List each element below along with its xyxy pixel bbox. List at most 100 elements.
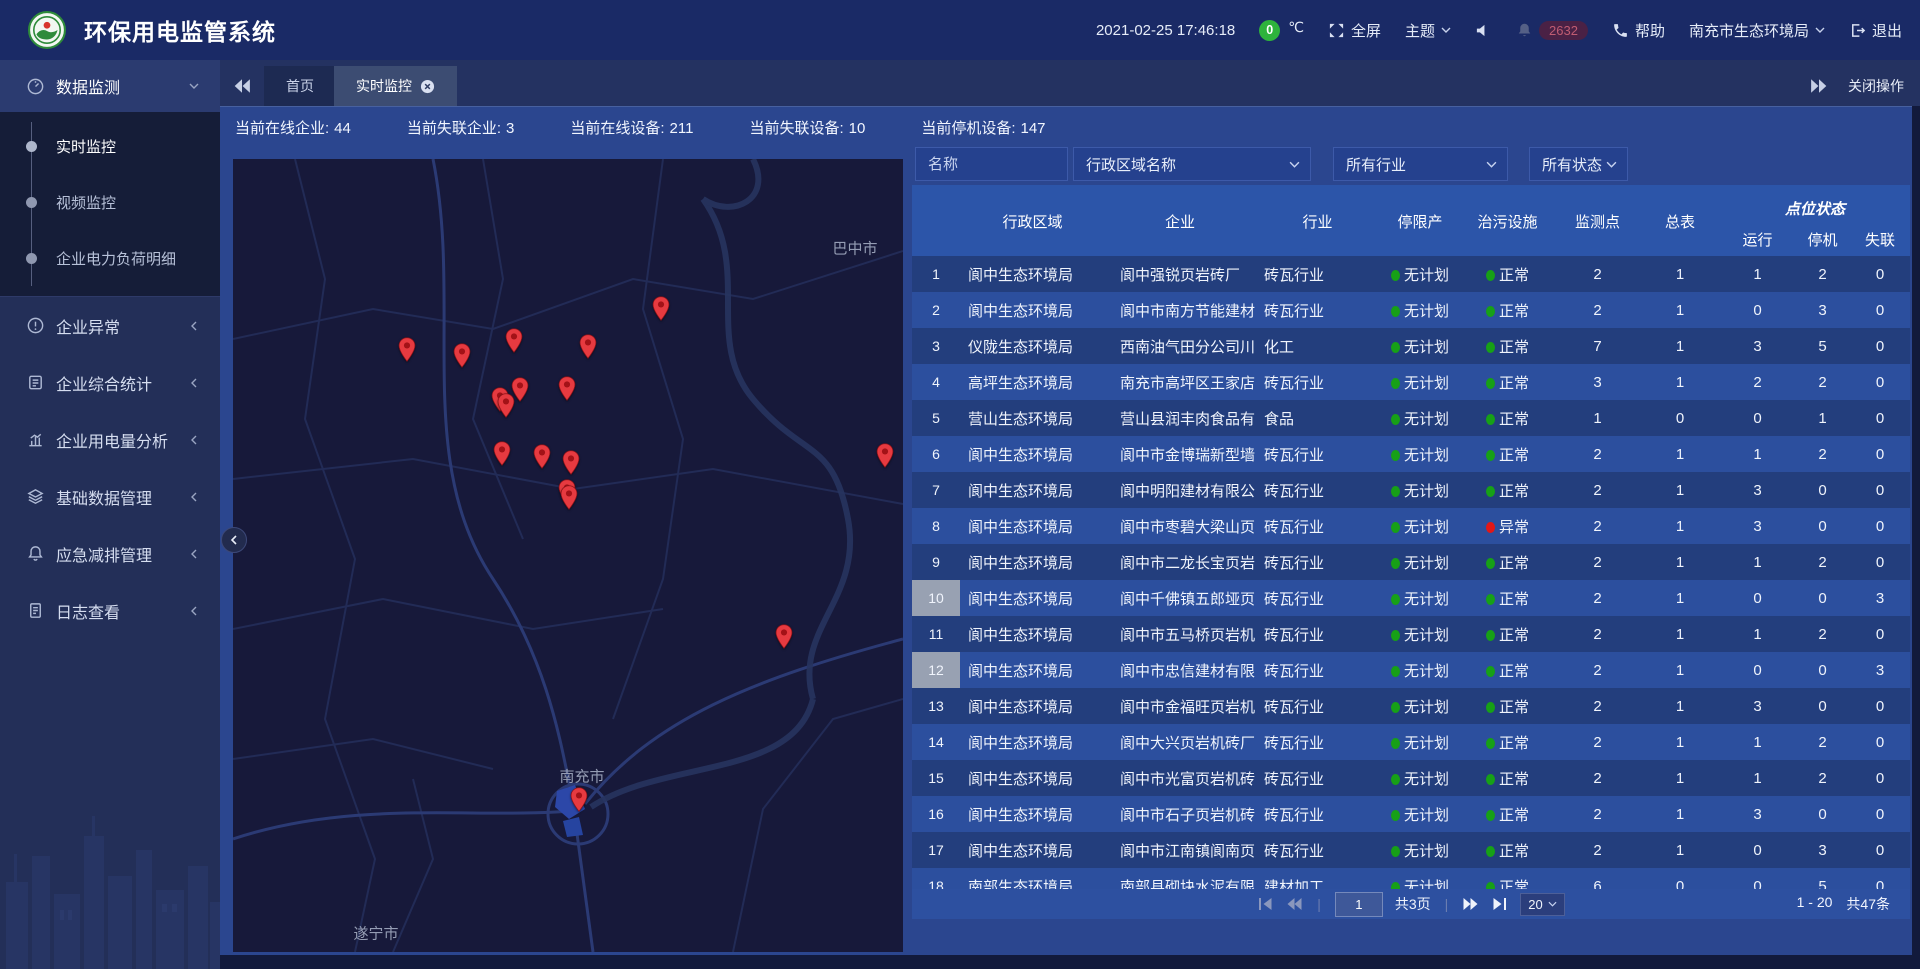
- last-page-button[interactable]: [1491, 897, 1508, 911]
- cell-monitor-points: 6: [1555, 878, 1640, 890]
- sidebar-item-power-usage-analysis[interactable]: 企业用电量分析: [0, 411, 220, 468]
- cell-lost: 0: [1850, 626, 1910, 643]
- map-marker-pin[interactable]: [505, 328, 523, 353]
- map-marker-pin[interactable]: [570, 787, 588, 812]
- map-marker-pin[interactable]: [876, 443, 894, 468]
- table-row[interactable]: 15阆中生态环境局阆中市光富页岩机砖厂砖瓦行业无计划正常21120: [912, 760, 1910, 796]
- sidebar-item-enterprise-statistics[interactable]: 企业综合统计: [0, 354, 220, 411]
- page-number-input[interactable]: [1335, 892, 1383, 917]
- sidebar-subitem-video-monitor[interactable]: 视频监控: [0, 174, 220, 230]
- cell-total-meter: 1: [1640, 518, 1720, 535]
- table-row[interactable]: 7阆中生态环境局阆中明阳建材有限公司砖瓦行业无计划正常21300: [912, 472, 1910, 508]
- cell-halted: 2: [1795, 374, 1850, 391]
- sidebar-subitem-label: 视频监控: [56, 192, 116, 213]
- map-marker-pin[interactable]: [493, 441, 511, 466]
- table-row[interactable]: 18南部生态环境局南部县砌块水泥有限公建材加工无计划正常60050: [912, 868, 1910, 889]
- help-button[interactable]: 帮助: [1612, 20, 1665, 41]
- map-marker-pin[interactable]: [453, 343, 471, 368]
- mute-button[interactable]: [1475, 22, 1492, 39]
- cell-monitor-points: 2: [1555, 734, 1640, 751]
- chevron-left-icon: [188, 491, 200, 503]
- map-marker-pin[interactable]: [562, 450, 580, 475]
- name-filter-input[interactable]: [915, 147, 1068, 181]
- theme-menu[interactable]: 主题: [1405, 20, 1451, 41]
- map-marker-pin[interactable]: [579, 334, 597, 359]
- map-marker-pin[interactable]: [533, 444, 551, 469]
- cell-monitor-points: 2: [1555, 482, 1640, 499]
- first-page-button[interactable]: [1257, 897, 1274, 911]
- industry-filter-select[interactable]: 所有行业: [1333, 147, 1508, 181]
- stat-item: 当前失联企业:3: [407, 117, 515, 138]
- table-row[interactable]: 16阆中生态环境局阆中市石子页岩机砖厂砖瓦行业无计划正常21300: [912, 796, 1910, 832]
- notifications[interactable]: 2632: [1516, 21, 1588, 40]
- col-monitor-points: 监测点: [1555, 185, 1640, 258]
- org-menu[interactable]: 南充市生态环境局: [1689, 20, 1825, 41]
- table-row[interactable]: 6阆中生态环境局阆中市金博瑞新型墙材砖瓦行业无计划正常21120: [912, 436, 1910, 472]
- status-dot-green: [1391, 882, 1400, 890]
- map-marker-pin[interactable]: [775, 624, 793, 649]
- cell-facility-status: 异常: [1460, 516, 1555, 537]
- table-row[interactable]: 5营山生态环境局营山县润丰肉食品有限食品无计划正常10010: [912, 400, 1910, 436]
- stat-item: 当前在线企业:44: [235, 117, 351, 138]
- close-operations-button[interactable]: 关闭操作: [1848, 76, 1904, 96]
- prev-page-button[interactable]: [1286, 897, 1303, 911]
- tab-close-icon[interactable]: [420, 79, 435, 94]
- map-roads: [233, 159, 903, 952]
- tab-realtime-monitor[interactable]: 实时监控: [334, 66, 457, 106]
- table-row[interactable]: 10阆中生态环境局阆中千佛镇五郎垭页岩砖瓦行业无计划正常21003: [912, 580, 1910, 616]
- cell-index: 7: [912, 472, 960, 508]
- table-row[interactable]: 8阆中生态环境局阆中市枣碧大梁山页岩砖瓦行业无计划异常21300: [912, 508, 1910, 544]
- cell-total-meter: 1: [1640, 626, 1720, 643]
- cell-running: 1: [1720, 446, 1795, 463]
- map-marker-pin[interactable]: [560, 485, 578, 510]
- table-row[interactable]: 12阆中生态环境局阆中市忠信建材有限公砖瓦行业无计划正常21003: [912, 652, 1910, 688]
- app-window: 环保用电监管系统 2021-02-25 17:46:18 0 ℃ 全屏 主题: [0, 0, 1920, 969]
- region-filter-select[interactable]: 行政区域名称: [1073, 147, 1311, 181]
- tab-home[interactable]: 首页: [264, 66, 336, 106]
- table-row[interactable]: 1阆中生态环境局阆中强锐页岩砖厂砖瓦行业无计划正常21120: [912, 256, 1910, 292]
- cell-halted: 5: [1795, 878, 1850, 890]
- status-dot-green: [1486, 594, 1495, 605]
- scroll-tabs-right-button[interactable]: [1810, 77, 1828, 95]
- sidebar-item-label: 基础数据管理: [56, 485, 152, 509]
- table-row[interactable]: 14阆中生态环境局阆中大兴页岩机砖厂砖瓦行业无计划正常21120: [912, 724, 1910, 760]
- sidebar-subitem-power-load-detail[interactable]: 企业电力负荷明细: [0, 230, 220, 286]
- sidebar-item-emergency-reduction[interactable]: 应急减排管理: [0, 525, 220, 582]
- cell-company: 阆中市五马桥页岩机砖: [1105, 624, 1255, 645]
- cell-total-meter: 1: [1640, 554, 1720, 571]
- page-size-select[interactable]: 20: [1520, 893, 1564, 916]
- table-row[interactable]: 9阆中生态环境局阆中市二龙长宝页岩砖砖瓦行业无计划正常21120: [912, 544, 1910, 580]
- sidebar-item-base-data-management[interactable]: 基础数据管理: [0, 468, 220, 525]
- cell-halted: 0: [1795, 806, 1850, 823]
- fullscreen-button[interactable]: 全屏: [1328, 20, 1381, 41]
- map-marker-pin[interactable]: [652, 296, 670, 321]
- map-marker-pin[interactable]: [398, 337, 416, 362]
- cell-facility-status: 正常: [1460, 768, 1555, 789]
- col-lost: 失联: [1850, 221, 1910, 258]
- map-city-label: 遂宁市: [353, 923, 398, 944]
- sidebar-subitem-realtime-monitor[interactable]: 实时监控: [0, 118, 220, 174]
- scroll-tabs-left-button[interactable]: [233, 77, 251, 95]
- map-container[interactable]: 巴中市南充市遂宁市: [233, 159, 903, 952]
- status-filter-select[interactable]: 所有状态: [1529, 147, 1628, 181]
- table-row[interactable]: 2阆中生态环境局阆中市南方节能建材有砖瓦行业无计划正常21030: [912, 292, 1910, 328]
- sidebar-item-enterprise-abnormal[interactable]: 企业异常: [0, 297, 220, 354]
- sidebar-item-log-view[interactable]: 日志查看: [0, 582, 220, 639]
- sidebar-item-data-monitoring[interactable]: 数据监测: [0, 60, 220, 112]
- cell-halted: 2: [1795, 734, 1850, 751]
- cell-running: 3: [1720, 518, 1795, 535]
- map-marker-pin[interactable]: [511, 377, 529, 402]
- map-marker-pin[interactable]: [558, 376, 576, 401]
- table-row[interactable]: 17阆中生态环境局阆中市江南镇阆南页岩砖瓦行业无计划正常21030: [912, 832, 1910, 868]
- cell-total-meter: 1: [1640, 446, 1720, 463]
- table-row[interactable]: 4高坪生态环境局南充市高坪区王家店建砖瓦行业无计划正常31220: [912, 364, 1910, 400]
- cell-company: 阆中市江南镇阆南页岩: [1105, 840, 1255, 861]
- table-row[interactable]: 11阆中生态环境局阆中市五马桥页岩机砖砖瓦行业无计划正常21120: [912, 616, 1910, 652]
- logout-button[interactable]: 退出: [1849, 20, 1902, 41]
- table-row[interactable]: 13阆中生态环境局阆中市金福旺页岩机砖砖瓦行业无计划正常21300: [912, 688, 1910, 724]
- collapse-map-button[interactable]: [221, 527, 247, 553]
- next-page-button[interactable]: [1462, 897, 1479, 911]
- table-row[interactable]: 3仪陇生态环境局西南油气田分公司川中化工无计划正常71350: [912, 328, 1910, 364]
- sidebar-submenu: 实时监控视频监控企业电力负荷明细: [0, 112, 220, 296]
- cell-stop-status: 无计划: [1380, 372, 1460, 393]
